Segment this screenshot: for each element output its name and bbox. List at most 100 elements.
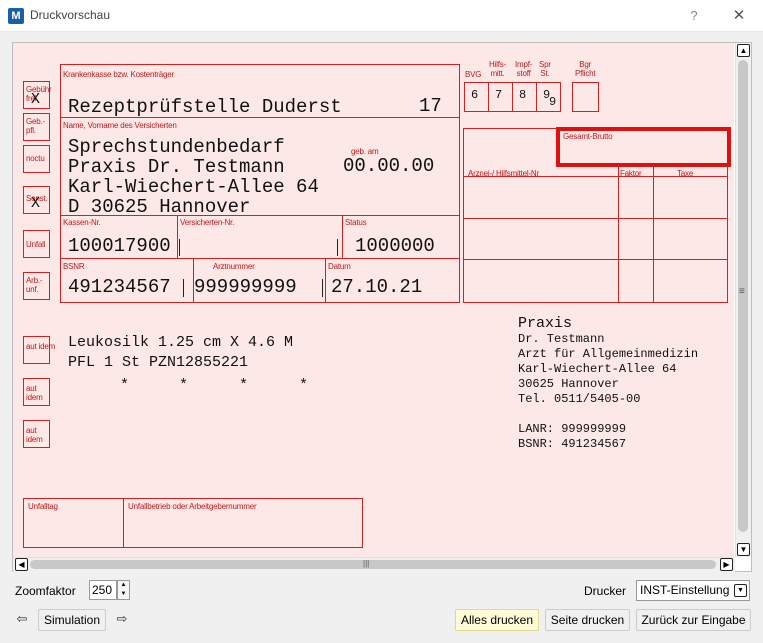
divider — [653, 166, 654, 303]
horizontal-scroll-thumb[interactable] — [30, 560, 716, 569]
rx-star: * — [239, 377, 249, 394]
stamp-lanr: LANR: 999999999 — [518, 422, 627, 436]
back-to-input-button[interactable]: Zurück zur Eingabe — [636, 609, 751, 631]
field-separator — [179, 239, 180, 256]
side-box-gebpfl: Geb.- pfl. — [23, 113, 50, 141]
slot-number: 9 — [549, 95, 557, 109]
arznei-label: Arznei-/ Hilfsmittel-Nr — [468, 169, 539, 178]
aut-idem-label: aut idem — [26, 384, 43, 402]
taxe-label: Taxe — [677, 169, 694, 178]
unfalltag-label: Unfalltag — [28, 502, 58, 511]
status-label: Status — [345, 218, 367, 227]
faktor-label: Faktor — [620, 169, 642, 178]
drucker-select[interactable]: INST-Einstellung ▼ — [636, 580, 750, 601]
stamp-line: Karl-Wiechert-Allee 64 — [518, 362, 677, 376]
unfallbetrieb-label: Unfallbetrieb oder Arbeitgebernummer — [128, 502, 257, 511]
divider — [488, 82, 489, 112]
stamp-line: Arzt für Allgemeinmedizin — [518, 347, 699, 361]
spr-label: Spr St. — [539, 60, 551, 78]
scroll-left-icon[interactable]: ◀ — [15, 558, 28, 571]
scroll-down-icon[interactable]: ▼ — [737, 543, 750, 556]
field-separator — [322, 279, 323, 297]
side-box-mark: X — [31, 195, 41, 212]
divider — [177, 215, 178, 258]
patient-line-3: Karl-Wiechert-Allee 64 — [68, 176, 319, 198]
window-title: Druckvorschau — [30, 8, 111, 22]
bgr-label: Bgr Pflicht — [575, 60, 596, 78]
aut-idem-box: aut idem — [23, 336, 55, 364]
divider — [463, 218, 728, 219]
help-button[interactable]: ? — [684, 6, 704, 26]
rx-star: * — [299, 377, 309, 394]
hilfs-label: Hilfs- mitt. — [489, 60, 507, 78]
bsnr-label: BSNR — [63, 262, 85, 271]
next-page-icon[interactable]: ⇨ — [113, 610, 131, 628]
datum-label: Datum — [328, 262, 351, 271]
stamp-line: Dr. Testmann — [518, 332, 605, 346]
scroll-grip-icon: ||| — [363, 559, 370, 568]
field-separator — [337, 239, 338, 256]
patient-line-2: Praxis Dr. Testmann — [68, 156, 285, 178]
close-button[interactable]: ✕ — [728, 6, 750, 26]
datum-value: 27.10.21 — [331, 276, 423, 298]
print-page-button[interactable]: Seite drucken — [545, 609, 630, 631]
gesamt-brutto-label: Gesamt-Brutto — [563, 132, 613, 141]
side-box-label: Geb.- pfl. — [26, 117, 46, 135]
stamp-title: Praxis — [518, 315, 573, 332]
previous-page-icon[interactable]: ⇦ — [13, 610, 31, 628]
zoom-label: Zoomfaktor — [15, 584, 76, 598]
prescription-form: Gebühr frei X Geb.- pfl. noctu Sonst. X … — [13, 43, 734, 557]
app-logo-icon: M — [8, 8, 24, 24]
divider — [618, 166, 619, 303]
krankenkasse-label: Krankenkasse bzw. Kostenträger — [63, 70, 174, 79]
side-box-label: Arb.- unf. — [26, 276, 43, 294]
rx-star: * — [179, 377, 189, 394]
divider — [342, 215, 343, 258]
krankenkasse-value: Rezeptprüfstelle Duderst — [68, 96, 342, 118]
scroll-right-icon[interactable]: ▶ — [720, 558, 733, 571]
status-value: 1000000 — [355, 235, 435, 257]
divider — [325, 258, 326, 303]
side-box-mark: X — [31, 91, 41, 108]
side-box-unfall: Unfall — [23, 230, 50, 258]
slot-number: 7 — [495, 88, 503, 102]
chevron-down-icon[interactable]: ▼ — [734, 584, 747, 597]
side-box-label: Unfall — [26, 240, 46, 249]
divider — [60, 258, 460, 259]
scroll-up-icon[interactable]: ▲ — [737, 44, 750, 57]
aut-idem-box: aut idem — [23, 420, 50, 448]
bsnr-value: 491234567 — [68, 276, 171, 298]
side-box-noctu: noctu — [23, 145, 50, 173]
versicherten-nr-label: Versicherten-Nr. — [180, 218, 235, 227]
zoom-spinner[interactable]: ▲ ▼ — [117, 580, 130, 600]
slot-number: 6 — [471, 88, 479, 102]
drucker-select-value: INST-Einstellung — [640, 583, 730, 597]
patient-line-1: Sprechstundenbedarf — [68, 136, 285, 158]
spin-down-icon[interactable]: ▼ — [118, 590, 129, 599]
zoom-input[interactable]: 250 — [89, 580, 117, 600]
arztnummer-value: 999999999 — [194, 276, 297, 298]
patient-line-4: D 30625 Hannover — [68, 196, 251, 218]
arztnummer-label: Arztnummer — [213, 262, 255, 271]
scroll-grip-icon: ≡ — [739, 286, 745, 297]
slot-number: 8 — [519, 88, 527, 102]
kasse-code: 17 — [419, 95, 442, 117]
side-box-label: noctu — [26, 154, 45, 163]
name-label: Name, Vorname des Versicherten — [63, 121, 177, 130]
spin-up-icon[interactable]: ▲ — [118, 581, 129, 590]
aut-idem-label: aut idem — [26, 342, 56, 351]
aut-idem-box: aut idem — [23, 378, 50, 406]
rx-line-2: PFL 1 St PZN12855221 — [68, 354, 249, 371]
simulation-button[interactable]: Simulation — [38, 609, 106, 631]
stamp-line: Tel. 0511/5405-00 — [518, 392, 641, 406]
side-box-sonst: Sonst. X — [23, 186, 50, 214]
title-bar — [0, 0, 763, 32]
divider — [512, 82, 513, 112]
stamp-line: 30625 Hannover — [518, 377, 619, 391]
print-all-button[interactable]: Alles drucken — [455, 609, 539, 631]
field-separator — [183, 279, 184, 297]
divider — [123, 498, 124, 548]
geb-datum-value: 00.00.00 — [343, 155, 435, 177]
drucker-label: Drucker — [584, 584, 627, 598]
impf-label: Impf- stoff — [515, 60, 533, 78]
